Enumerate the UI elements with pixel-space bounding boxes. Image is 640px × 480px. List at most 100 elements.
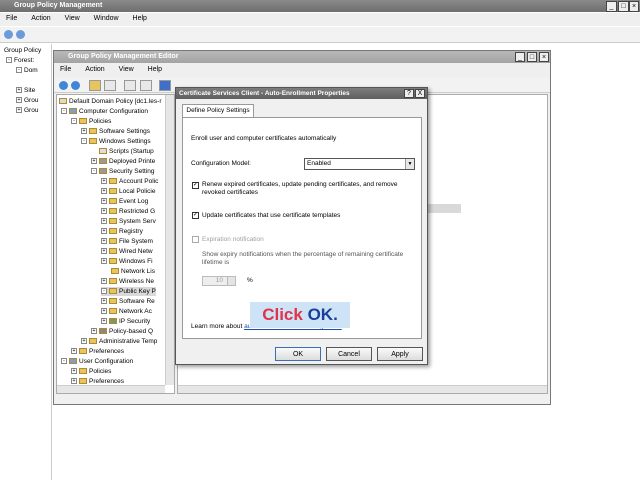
properties-icon[interactable] <box>140 80 152 91</box>
editor-title-bar: Group Policy Management Editor <box>54 51 550 63</box>
show-hide-tree-icon[interactable] <box>104 80 116 91</box>
outer-maximize-button[interactable]: □ <box>618 1 629 12</box>
click-ok-callout: Click OK. <box>250 302 350 328</box>
outer-minimize-button[interactable]: _ <box>606 1 617 12</box>
editor-close-button[interactable]: × <box>539 52 549 62</box>
expiry-label: Expiration notification <box>202 236 264 243</box>
editor-tree-pane: Default Domain Policy [dc1.les-r - Comput… <box>56 94 175 394</box>
tree-item-gpo[interactable]: Default Domain Policy [dc1.les-r <box>59 97 161 106</box>
configuration-model-label: Configuration Model: <box>191 160 251 167</box>
dialog-close-button[interactable]: X <box>415 89 425 98</box>
outer-tree-item[interactable]: - Dom <box>16 66 38 75</box>
configuration-model-value: Enabled <box>307 160 331 167</box>
percent-sign: % <box>247 277 253 284</box>
renew-check-mark: ✓ <box>192 182 199 189</box>
outer-tree-item[interactable]: + Grou <box>16 96 38 105</box>
update-templates-checkbox[interactable]: ✓ <box>192 212 199 219</box>
tree-item-local-policies[interactable]: + Local Policie <box>101 187 156 196</box>
callout-prefix: Click <box>262 305 308 324</box>
expiry-check-box <box>192 236 199 243</box>
outer-menu-file[interactable]: File <box>0 13 23 25</box>
tree-horizontal-scrollbar[interactable] <box>57 385 165 393</box>
editor-menu-file[interactable]: File <box>54 64 77 76</box>
learn-more-prefix: Learn more about <box>191 323 245 330</box>
update-check-mark: ✓ <box>192 212 199 219</box>
editor-title: Group Policy Management Editor <box>68 53 179 60</box>
tree-item-user-policies[interactable]: + Policies <box>71 367 111 376</box>
tree-item-event-log[interactable]: + Event Log <box>101 197 148 206</box>
apply-button[interactable]: Apply <box>377 347 423 361</box>
folder-icon[interactable] <box>89 80 101 91</box>
help-icon[interactable] <box>159 80 171 91</box>
dialog-title: Certificate Services Client - Auto-Enrol… <box>179 90 350 97</box>
outer-menu-action[interactable]: Action <box>25 13 56 25</box>
tree-item-user-config[interactable]: - User Configuration <box>61 357 133 366</box>
outer-tree-item[interactable]: - Forest: <box>6 56 34 65</box>
tree-item-deployed-printers[interactable]: + Deployed Printe <box>91 157 155 166</box>
tree-item-preferences[interactable]: + Preferences <box>71 347 124 356</box>
dialog-title-bar: Certificate Services Client - Auto-Enrol… <box>176 88 427 99</box>
callout-highlight: OK <box>307 305 334 324</box>
tree-item-security-settings[interactable]: - Security Setting <box>91 167 155 176</box>
forward-icon[interactable] <box>71 81 80 90</box>
tree-item-administrative-templates[interactable]: + Administrative Temp <box>81 337 157 346</box>
editor-menu-view[interactable]: View <box>113 64 140 76</box>
tree-item-software-settings[interactable]: + Software Settings <box>81 127 150 136</box>
expiry-description: Show expiry notifications when the perce… <box>202 251 404 266</box>
tree-item-policies[interactable]: - Policies <box>71 117 111 126</box>
tree-item-wired-network[interactable]: + Wired Netw <box>101 247 153 256</box>
tree-item-wireless-network[interactable]: + Wireless Ne <box>101 277 154 286</box>
tree-vertical-scrollbar[interactable] <box>165 95 174 385</box>
outer-title-bar: Group Policy Management <box>0 0 640 12</box>
outer-menu-view[interactable]: View <box>59 13 86 25</box>
tree-item-scripts[interactable]: Scripts (Startup <box>99 147 154 156</box>
tree-item-windows-settings[interactable]: - Windows Settings <box>81 137 151 146</box>
configuration-model-select[interactable]: Enabled ▼ <box>304 158 415 170</box>
outer-tree-pane: Group Policy - Forest: - Dom + Site + Grou +… <box>0 44 52 480</box>
editor-menu-action[interactable]: Action <box>79 64 110 76</box>
forward-icon[interactable] <box>16 30 25 39</box>
tree-item-file-system[interactable]: + File System <box>101 237 153 246</box>
editor-minimize-button[interactable]: _ <box>515 52 525 62</box>
renew-checkbox[interactable]: ✓ <box>192 182 199 189</box>
outer-tree-item[interactable]: + Grou <box>16 106 38 115</box>
editor-menu-help[interactable]: Help <box>142 64 168 76</box>
outer-title: Group Policy Management <box>14 2 103 9</box>
ok-button[interactable]: OK <box>275 347 321 361</box>
outer-toolbar <box>0 27 640 43</box>
renew-label: Renew expired certificates, update pendi… <box>202 181 398 196</box>
back-icon[interactable] <box>4 30 13 39</box>
tree-item-policy-based-qos[interactable]: + Policy-based Q <box>91 327 153 336</box>
tree-item-restricted-groups[interactable]: + Restricted G <box>101 207 155 216</box>
tree-item-public-key-policies[interactable]: - Public Key P <box>101 287 156 296</box>
tree-item-account-policies[interactable]: + Account Polic <box>101 177 158 186</box>
tree-item-software-restriction[interactable]: + Software Re <box>101 297 155 306</box>
outer-tree-item[interactable]: Group Policy <box>4 46 41 55</box>
export-icon[interactable] <box>124 80 136 91</box>
outer-tree-item[interactable]: + Site <box>16 86 35 95</box>
detail-horizontal-scrollbar[interactable] <box>178 385 547 393</box>
outer-close-button[interactable]: × <box>629 1 639 12</box>
tree-item-network-list[interactable]: Network Lis <box>111 267 155 276</box>
tree-item-computer-config[interactable]: - Computer Configuration <box>61 107 148 116</box>
tree-item-windows-firewall[interactable]: + Windows Fi <box>101 257 153 266</box>
expiry-checkbox[interactable] <box>192 236 199 243</box>
back-icon[interactable] <box>59 81 68 90</box>
dialog-help-button[interactable]: ? <box>404 89 414 98</box>
tree-item-ip-security[interactable]: + IP Security <box>101 317 150 326</box>
outer-menu-help[interactable]: Help <box>127 13 153 25</box>
tree-item-system-services[interactable]: + System Serv <box>101 217 156 226</box>
update-templates-label: Update certificates that use certificate… <box>202 212 341 219</box>
percent-spinner[interactable] <box>227 277 235 285</box>
editor-menu-bar: File Action View Help <box>54 64 550 77</box>
cancel-button[interactable]: Cancel <box>326 347 372 361</box>
outer-menu-bar: File Action View Window Help <box>0 13 640 26</box>
detail-selected-row[interactable] <box>427 204 461 213</box>
editor-maximize-button[interactable]: □ <box>527 52 537 62</box>
outer-menu-window[interactable]: Window <box>88 13 125 25</box>
tree-item-network-access[interactable]: + Network Ac <box>101 307 152 316</box>
dialog-description: Enroll user and computer certificates au… <box>191 135 337 142</box>
tab-define-policy-settings[interactable]: Define Policy Settings <box>182 104 254 117</box>
chevron-down-icon: ▼ <box>405 159 414 169</box>
tree-item-registry[interactable]: + Registry <box>101 227 143 236</box>
